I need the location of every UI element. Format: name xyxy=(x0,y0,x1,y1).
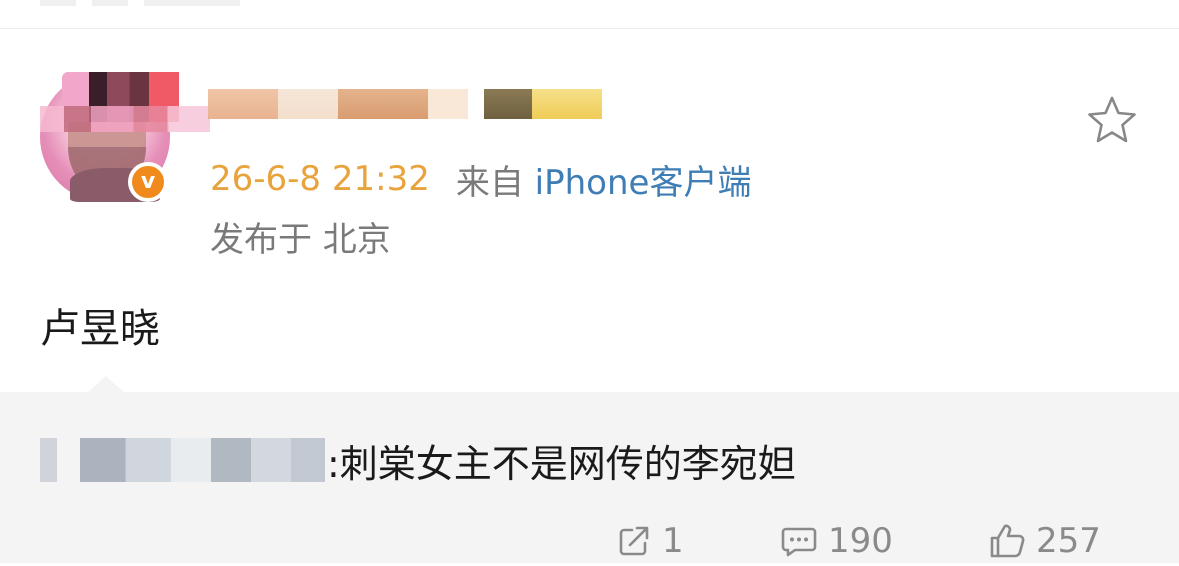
quoted-post-text: :刺棠女主不是网传的李宛妲 xyxy=(327,441,796,486)
repost-count: 1 xyxy=(662,521,684,561)
like-count: 257 xyxy=(1036,521,1101,561)
post-location: 发布于 北京 xyxy=(210,220,391,260)
thumbs-up-icon xyxy=(990,524,1025,558)
comment-button[interactable]: 190 xyxy=(780,516,893,566)
previous-post-edge xyxy=(0,0,1179,29)
verified-badge-icon: v xyxy=(128,162,168,202)
username-blurred[interactable] xyxy=(208,78,608,130)
post-source: 来自 iPhone客户端 xyxy=(456,155,752,204)
source-device-link[interactable]: iPhone客户端 xyxy=(535,163,752,203)
post-meta: 26-6-8 21:32 来自 iPhone客户端 xyxy=(210,155,752,204)
quoted-username-blurred[interactable] xyxy=(40,438,325,482)
comment-count: 190 xyxy=(828,521,893,561)
repost-button[interactable]: 1 xyxy=(616,516,684,566)
comment-icon xyxy=(781,527,817,557)
star-icon xyxy=(1088,96,1136,143)
favorite-button[interactable] xyxy=(1084,92,1140,148)
like-button[interactable]: 257 xyxy=(988,516,1101,566)
source-prefix: 来自 xyxy=(455,162,535,203)
quoted-post-line[interactable]: :刺棠女主不是网传的李宛妲 xyxy=(40,432,796,488)
repost-icon xyxy=(619,526,649,556)
post-time: 26-6-8 21:32 xyxy=(210,159,430,199)
post-text: 卢昱晓 xyxy=(40,306,160,352)
